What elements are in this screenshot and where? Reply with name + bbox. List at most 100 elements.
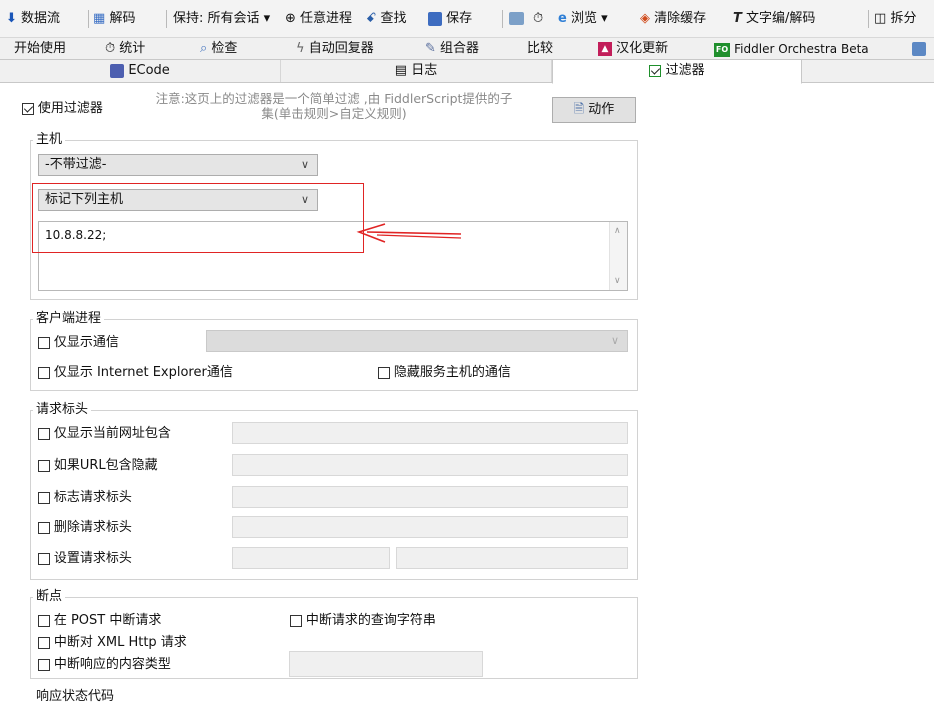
annotation-arrow-icon [356,223,462,243]
pencil-icon: ✎ [425,41,436,56]
ie-browser-icon: e [558,11,567,26]
tab-ecode[interactable]: ECode [0,60,281,82]
text-tool-icon: T [733,11,742,26]
main-toolbar: ⬇ 数据流 ▦ 解码 保持: 所有会话 ▾ ⊕ 任意进程 ꗃ 查找 保存 ⏱ e… [0,0,934,38]
annotation-highlight-box [32,183,364,253]
update-arrow-icon: ▲ [598,41,612,56]
tab-fiddler-orchestra[interactable]: FO Fiddler Orchestra Beta [714,38,869,60]
tab-inspectors[interactable]: ⌕ 检查 [200,38,237,60]
binoculars-icon: ꗃ [366,11,377,26]
actions-button[interactable]: 🗎 动作 [552,97,636,123]
set-header-row[interactable]: 设置请求标头 [38,550,132,568]
screenshot-button[interactable] [509,9,524,29]
fo-logo-icon: FO [714,42,730,57]
hosts-legend: 主机 [33,132,66,148]
tab-more[interactable] [912,38,926,60]
split-icon: ◫ [874,11,887,26]
hide-if-url-contains-input[interactable] [232,454,628,476]
break-on-querystring-checkbox[interactable] [290,614,302,627]
delete-header-row[interactable]: 删除请求标头 [38,519,132,537]
hide-if-url-contains-checkbox[interactable] [38,459,50,472]
chevron-down-icon: ∨ [610,334,619,347]
scroll-up-icon[interactable]: ∧ [614,226,621,236]
clear-cache-button[interactable]: ◈ 清除缓存 [640,9,706,29]
set-header-checkbox[interactable] [38,552,50,565]
use-filters-checkbox-row[interactable]: 使用过滤器 [22,100,103,118]
toolbar-separator [868,10,869,28]
tab-autoresponder[interactable]: ϟ 自动回复器 [296,38,374,60]
browse-button[interactable]: e 浏览 ▾ [558,9,608,29]
break-on-xmlhttp-row[interactable]: 中断对 XML Http 请求 [38,634,187,652]
hide-if-url-contains-row[interactable]: 如果URL包含隐藏 [38,457,158,475]
tab-compare[interactable]: 比较 [527,38,553,60]
host-list-scrollbar[interactable]: ∧ ∨ [609,222,627,290]
ecode-icon [110,63,125,78]
set-header-value-input[interactable] [396,547,628,569]
script-document-icon: 🗎 [573,102,585,117]
use-filters-checkbox[interactable] [22,102,34,115]
tab-get-started[interactable]: 开始使用 [14,38,66,60]
break-on-post-checkbox[interactable] [38,614,50,627]
any-process-button[interactable]: ⊕ 任意进程 [285,9,352,29]
show-only-traffic-checkbox[interactable] [38,336,50,349]
response-status-legend: 响应状态代码 [33,689,118,705]
show-only-ie-checkbox[interactable] [38,366,50,379]
break-on-content-type-checkbox[interactable] [38,658,50,671]
client-process-legend: 客户端进程 [33,311,105,327]
camera-icon [509,12,524,25]
tab-localization-update[interactable]: ▲ 汉化更新 [598,38,668,60]
image-icon [912,41,926,56]
tab-statistics[interactable]: ⏱ 统计 [105,38,145,60]
delete-header-input[interactable] [232,516,628,538]
stream-button[interactable]: ⬇ 数据流 [6,9,60,29]
sub-tab-strip: ECode ▤ 日志 过滤器 [0,59,934,84]
toolbar-separator [88,10,89,28]
process-select[interactable]: ∨ [206,330,628,352]
split-button[interactable]: ◫ 拆分 [874,9,916,29]
find-button[interactable]: ꗃ 查找 [366,9,407,29]
show-only-ie-row[interactable]: 仅显示 Internet Explorer通信 [38,364,233,382]
filters-note: 注意:这页上的过滤器是一个简单过滤 ,由 FiddlerScript提供的子 集… [155,91,513,121]
content-type-input[interactable] [289,651,483,677]
text-encode-button[interactable]: T 文字编/解码 [733,9,815,29]
show-only-traffic-row[interactable]: 仅显示通信 [38,334,119,352]
scroll-down-icon[interactable]: ∨ [614,276,621,286]
download-arrow-icon: ⬇ [6,11,17,26]
stopwatch-icon: ⏱ [533,11,544,26]
decode-button[interactable]: ▦ 解码 [93,9,135,29]
save-icon [428,11,442,26]
hide-service-hosts-checkbox[interactable] [378,366,390,379]
delete-header-checkbox[interactable] [38,521,50,534]
toolbar-separator [502,10,503,28]
inspector-tab-strip: 开始使用 ⏱ 统计 ⌕ 检查 ϟ 自动回复器 ✎ 组合器 比较 ▲ 汉化更新 F… [0,38,934,60]
flag-header-row[interactable]: 标志请求标头 [38,489,132,507]
timer-button[interactable]: ⏱ [533,9,543,29]
tab-log[interactable]: ▤ 日志 [281,60,552,82]
lightning-icon: ϟ [296,41,305,56]
crosshair-icon: ⊕ [285,11,296,26]
use-filters-label: 使用过滤器 [37,101,103,116]
save-button[interactable]: 保存 [428,9,472,29]
hide-service-hosts-row[interactable]: 隐藏服务主机的通信 [378,364,511,382]
break-on-querystring-row[interactable]: 中断请求的查询字符串 [290,612,436,630]
clear-cache-icon: ◈ [640,11,650,26]
show-if-url-contains-input[interactable] [232,422,628,444]
flag-header-input[interactable] [232,486,628,508]
inspect-magnifier-icon: ⌕ [200,41,208,56]
zone-filter-select[interactable]: -不带过滤- ∨ [38,154,318,176]
flag-header-checkbox[interactable] [38,491,50,504]
tab-composer[interactable]: ✎ 组合器 [425,38,479,60]
break-on-post-row[interactable]: 在 POST 中断请求 [38,612,161,630]
keep-sessions-dropdown[interactable]: 保持: 所有会话 ▾ [173,9,270,29]
show-if-url-contains-row[interactable]: 仅显示当前网址包含 [38,425,171,443]
set-header-name-input[interactable] [232,547,390,569]
tab-filters[interactable]: 过滤器 [552,59,802,84]
break-on-xmlhttp-checkbox[interactable] [38,636,50,649]
stopwatch-icon: ⏱ [105,41,116,56]
request-headers-legend: 请求标头 [33,402,92,418]
toolbar-separator [166,10,167,28]
break-on-content-type-row[interactable]: 中断响应的内容类型 [38,656,171,674]
document-icon: ▤ [394,63,408,78]
show-if-url-contains-checkbox[interactable] [38,427,50,440]
decode-grid-icon: ▦ [93,11,106,26]
